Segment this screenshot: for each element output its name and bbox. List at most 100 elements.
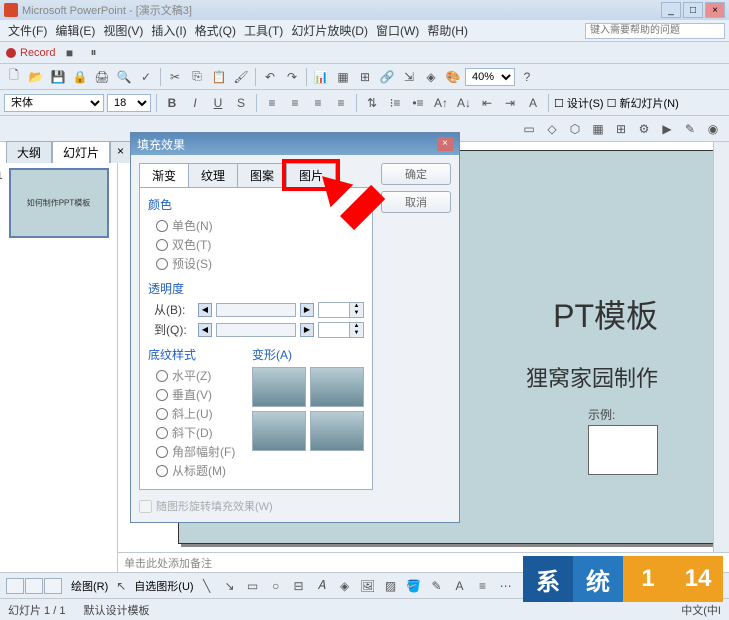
rectangle-icon[interactable]: ▭ (243, 576, 263, 596)
tables-icon[interactable]: ⊞ (355, 67, 375, 87)
permission-icon[interactable]: 🔒 (70, 67, 90, 87)
open-icon[interactable]: 📂 (26, 67, 46, 87)
tool-icon-2[interactable]: ◇ (542, 119, 562, 139)
diag-down-radio[interactable]: 斜下(D) (156, 424, 244, 441)
from-spinner[interactable]: ▲▼ (318, 302, 364, 318)
tool-icon-1[interactable]: ▭ (519, 119, 539, 139)
hyperlink-icon[interactable]: 🔗 (377, 67, 397, 87)
from-slider[interactable] (216, 303, 296, 317)
cancel-button[interactable]: 取消 (381, 191, 451, 213)
tabs-close-icon[interactable]: × (110, 141, 131, 163)
clipart-icon[interactable]: 🖼 (358, 576, 378, 596)
texture-tab[interactable]: 纹理 (188, 163, 238, 187)
picture-tab[interactable]: 图片 (286, 163, 336, 187)
variant-2[interactable] (310, 367, 364, 407)
menu-slideshow[interactable]: 幻灯片放映(D) (287, 20, 372, 41)
from-left-icon[interactable]: ◀ (198, 303, 212, 317)
format-painter-icon[interactable]: 🖌 (231, 67, 251, 87)
increase-font-icon[interactable]: A↑ (431, 93, 451, 113)
variant-1[interactable] (252, 367, 306, 407)
font-color-draw-icon[interactable]: A (450, 576, 470, 596)
minimize-button[interactable]: _ (661, 2, 681, 18)
menu-tools[interactable]: 工具(T) (240, 20, 287, 41)
new-icon[interactable]: 🗋 (4, 67, 24, 87)
one-color-radio[interactable]: 单色(N) (156, 217, 364, 234)
spell-icon[interactable]: ✓ (136, 67, 156, 87)
outline-tab[interactable]: 大纲 (6, 141, 52, 163)
two-color-radio[interactable]: 双色(T) (156, 236, 364, 253)
tool-icon-3[interactable]: ⬡ (565, 119, 585, 139)
from-right-icon[interactable]: ▶ (300, 303, 314, 317)
save-icon[interactable]: 💾 (48, 67, 68, 87)
slide-thumbnail-1[interactable]: 1 如何制作PPT模板 (9, 168, 109, 238)
wordart-icon[interactable]: 𝐴 (312, 576, 332, 596)
redo-icon[interactable]: ↷ (282, 67, 302, 87)
menu-file[interactable]: 文件(F) (4, 20, 51, 41)
tool-icon-6[interactable]: ⚙ (634, 119, 654, 139)
menu-insert[interactable]: 插入(I) (147, 20, 190, 41)
chart-icon[interactable]: 📊 (311, 67, 331, 87)
underline-button[interactable]: U (208, 93, 228, 113)
stop-icon[interactable]: ■ (59, 43, 79, 63)
color-icon[interactable]: 🎨 (443, 67, 463, 87)
copy-icon[interactable]: ⎘ (187, 67, 207, 87)
align-left-icon[interactable]: ≡ (262, 93, 282, 113)
normal-view-icon[interactable] (6, 578, 24, 594)
to-right-icon[interactable]: ▶ (300, 323, 314, 337)
line-icon[interactable]: ╲ (197, 576, 217, 596)
vertical-radio[interactable]: 垂直(V) (156, 386, 244, 403)
align-right-icon[interactable]: ≡ (308, 93, 328, 113)
show-icon[interactable]: ◈ (421, 67, 441, 87)
corner-radio[interactable]: 角部幅射(F) (156, 443, 244, 460)
shadow-button[interactable]: S (231, 93, 251, 113)
draw-menu[interactable]: 绘图(R) (71, 578, 108, 594)
textbox-icon[interactable]: ⊟ (289, 576, 309, 596)
cut-icon[interactable]: ✂ (165, 67, 185, 87)
line-color-icon[interactable]: ✎ (427, 576, 447, 596)
tool-icon-9[interactable]: ◉ (703, 119, 723, 139)
from-title-radio[interactable]: 从标题(M) (156, 462, 244, 479)
tool-icon-7[interactable]: ▶ (657, 119, 677, 139)
table-icon[interactable]: ▦ (333, 67, 353, 87)
decrease-indent-icon[interactable]: ⇤ (477, 93, 497, 113)
align-justify-icon[interactable]: ≡ (331, 93, 351, 113)
design-button[interactable]: ☐ 设计(S) (554, 95, 604, 111)
tool-icon-5[interactable]: ⊞ (611, 119, 631, 139)
dialog-close-icon[interactable]: × (437, 137, 453, 151)
rotate-fill-checkbox[interactable]: 随图形旋转填充效果(W) (139, 498, 373, 514)
dialog-titlebar[interactable]: 填充效果 × (131, 133, 459, 155)
menu-window[interactable]: 窗口(W) (372, 20, 423, 41)
ok-button[interactable]: 确定 (381, 163, 451, 185)
font-size-select[interactable]: 18 (107, 94, 151, 112)
record-label[interactable]: Record (20, 47, 55, 59)
gradient-tab[interactable]: 渐变 (139, 163, 189, 187)
menu-format[interactable]: 格式(Q) (191, 20, 240, 41)
vertical-scrollbar[interactable] (713, 142, 729, 552)
print-icon[interactable]: 🖨 (92, 67, 112, 87)
paste-icon[interactable]: 📋 (209, 67, 229, 87)
menu-edit[interactable]: 编辑(E) (51, 20, 99, 41)
variant-4[interactable] (310, 411, 364, 451)
decrease-font-icon[interactable]: A↓ (454, 93, 474, 113)
diag-up-radio[interactable]: 斜上(U) (156, 405, 244, 422)
to-left-icon[interactable]: ◀ (198, 323, 212, 337)
preview-icon[interactable]: 🔍 (114, 67, 134, 87)
increase-indent-icon[interactable]: ⇥ (500, 93, 520, 113)
font-color-icon[interactable]: A (523, 93, 543, 113)
undo-icon[interactable]: ↶ (260, 67, 280, 87)
maximize-button[interactable]: □ (683, 2, 703, 18)
help-search-input[interactable] (585, 23, 725, 39)
to-slider[interactable] (216, 323, 296, 337)
picture-icon[interactable]: ▨ (381, 576, 401, 596)
italic-button[interactable]: I (185, 93, 205, 113)
align-center-icon[interactable]: ≡ (285, 93, 305, 113)
tool-icon-4[interactable]: ▦ (588, 119, 608, 139)
preset-radio[interactable]: 预设(S) (156, 255, 364, 272)
diagram-icon[interactable]: ◈ (335, 576, 355, 596)
horizontal-radio[interactable]: 水平(Z) (156, 367, 244, 384)
menu-help[interactable]: 帮助(H) (423, 20, 472, 41)
menu-view[interactable]: 视图(V) (99, 20, 147, 41)
slides-tab[interactable]: 幻灯片 (52, 141, 110, 163)
vertical-text-icon[interactable]: ⇅ (362, 93, 382, 113)
dash-style-icon[interactable]: ⋯ (496, 576, 516, 596)
